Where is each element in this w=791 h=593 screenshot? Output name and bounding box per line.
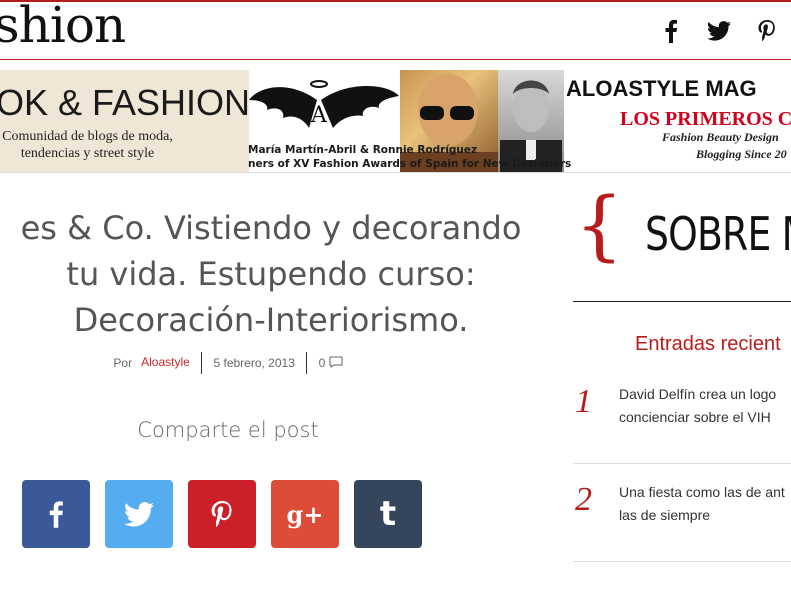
site-logo[interactable]: shion [0, 0, 126, 54]
comment-icon[interactable] [329, 356, 343, 371]
share-twitter-button[interactable] [105, 480, 173, 548]
sidebar-divider [573, 301, 791, 302]
facebook-icon[interactable] [647, 16, 695, 46]
pinterest-icon[interactable] [743, 16, 791, 46]
mag-subtitle: LOS PRIMEROS CON L [620, 108, 791, 130]
meta-separator [201, 352, 203, 374]
site-header: shion [0, 0, 791, 58]
banner-caption-award: ners of XV Fashion Awards of Spain for N… [248, 158, 572, 170]
facebook-icon [49, 501, 63, 528]
meta-separator [306, 352, 308, 374]
banner-caption-names: María Martín-Abril & Ronnie Rodríguez [248, 144, 478, 156]
share-tumblr-button[interactable]: t [354, 480, 422, 548]
banner-fashion-community: OK & FASHION Comunidad de blogs de moda,… [0, 70, 251, 172]
share-title: Comparte el post [137, 418, 319, 442]
pinterest-icon [211, 500, 232, 527]
recent-posts-title: Entradas recient [635, 333, 781, 355]
share-google-plus-button[interactable]: g+ [271, 480, 339, 548]
banner-left-title: OK & FASHION [0, 82, 251, 123]
banner-aloastyle-mag: ALOASTYLE MAG LOS PRIMEROS CON L Fashion… [564, 70, 791, 172]
recent-post-link[interactable]: David Delfín crea un logo concienciar so… [619, 383, 791, 429]
brace-icon: { [575, 180, 624, 269]
mag-title: ALOASTYLE MAG [566, 76, 757, 101]
svg-text:A: A [310, 103, 328, 128]
recent-post-item[interactable]: 1 David Delfín crea un logo concienciar … [573, 365, 791, 464]
sidebar: { SOBRE M Entradas recient 1 David Delfí… [573, 173, 791, 593]
recent-post-link[interactable]: Una fiesta como las de ant las de siempr… [619, 481, 791, 527]
post-meta: Por Aloastyle 5 febrero, 2013 0 [0, 352, 456, 374]
twitter-icon [124, 501, 154, 526]
share-buttons: g+ t [22, 480, 422, 548]
banner-photo-woman [400, 70, 498, 172]
comment-count[interactable]: 0 [319, 356, 326, 370]
banner-photo-man [498, 70, 564, 172]
post-date: 5 febrero, 2013 [213, 356, 295, 370]
banner-wings-logo: A [249, 70, 400, 172]
header-social-links [647, 16, 791, 46]
twitter-icon[interactable] [695, 16, 743, 46]
mag-tagline-1: Fashion Beauty Design [662, 130, 779, 144]
meta-by-label: Por [113, 356, 133, 370]
header-divider [0, 59, 791, 60]
share-facebook-button[interactable] [22, 480, 90, 548]
google-plus-icon: g+ [286, 499, 324, 529]
header-banner[interactable]: OK & FASHION Comunidad de blogs de moda,… [0, 70, 791, 172]
recent-post-number: 1 [575, 383, 592, 420]
tumblr-icon: t [379, 494, 397, 534]
about-title: SOBRE M [645, 207, 791, 261]
banner-left-subtitle: Comunidad de blogs de moda, tendencias y… [2, 129, 173, 161]
post-title: es & Co. Vistiendo y decorando tu vida. … [20, 209, 522, 339]
recent-post-number: 2 [575, 481, 592, 518]
recent-post-item[interactable]: 2 Una fiesta como las de ant las de siem… [573, 463, 791, 562]
author-link[interactable]: Aloastyle [141, 355, 190, 369]
mag-tagline-2: Blogging Since 20 [696, 147, 787, 161]
share-pinterest-button[interactable] [188, 480, 256, 548]
